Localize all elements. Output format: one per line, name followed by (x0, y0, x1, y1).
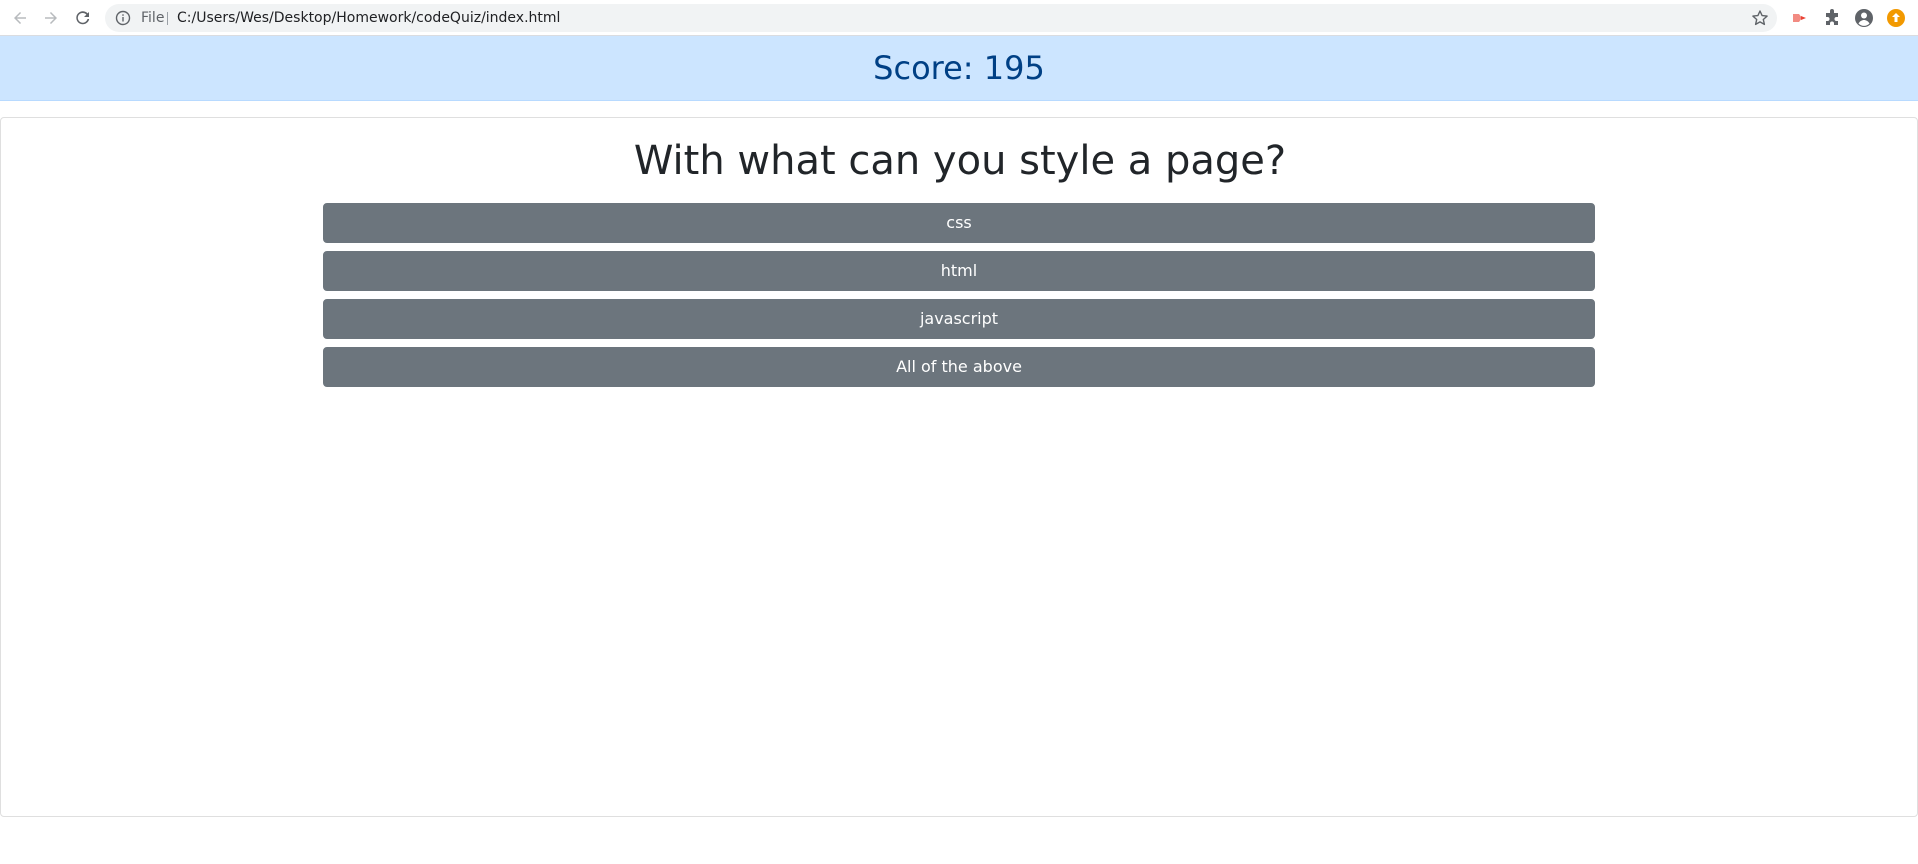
forward-arrow-icon (45, 12, 57, 24)
update-icon (1887, 9, 1905, 27)
score-banner: Score: 195 (0, 36, 1918, 101)
info-icon[interactable] (115, 10, 131, 26)
scheme-label: File (141, 10, 165, 26)
answer-button-css[interactable]: css (323, 203, 1595, 243)
url-text[interactable]: C:/Users/Wes/Desktop/Homework/codeQuiz/i… (177, 4, 560, 32)
puzzle-icon (1826, 9, 1838, 25)
answer-button-javascript[interactable]: javascript (323, 299, 1595, 339)
extensions-button[interactable] (1822, 8, 1842, 28)
star-icon[interactable] (1751, 9, 1769, 27)
address-bar[interactable]: File C:/Users/Wes/Desktop/Homework/codeQ… (105, 4, 1777, 32)
forward-button[interactable] (39, 6, 63, 30)
browser-toolbar: File C:/Users/Wes/Desktop/Homework/codeQ… (0, 0, 1918, 36)
back-arrow-icon (14, 12, 26, 24)
question-title: With what can you style a page? (633, 138, 1287, 184)
score-text: Score: 195 (873, 49, 1045, 87)
update-button[interactable] (1886, 8, 1906, 28)
answer-button-html[interactable]: html (323, 251, 1595, 291)
answer-list: css html javascript All of the above (323, 203, 1595, 395)
profile-icon (1855, 9, 1873, 27)
reload-icon (76, 11, 90, 25)
answer-button-all-of-the-above[interactable]: All of the above (323, 347, 1595, 387)
back-button[interactable] (8, 6, 32, 30)
extension-red-button[interactable] (1790, 8, 1810, 28)
quiz-card: With what can you style a page? css html… (0, 117, 1918, 817)
extension-red-icon (1793, 14, 1806, 22)
profile-button[interactable] (1854, 8, 1874, 28)
omnibox-divider (167, 12, 168, 25)
reload-button[interactable] (71, 6, 95, 30)
